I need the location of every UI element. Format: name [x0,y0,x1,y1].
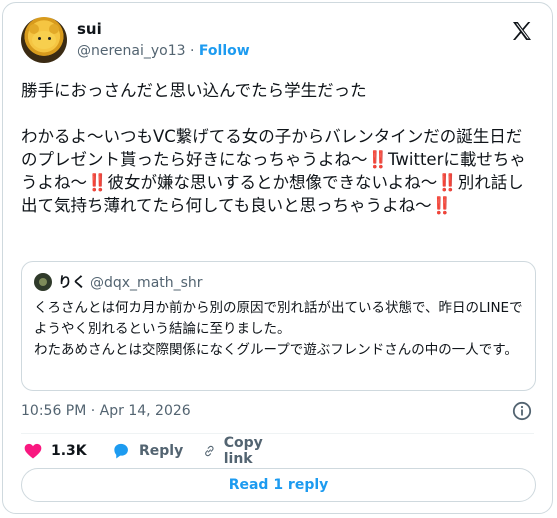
like-button[interactable]: 1.3K [23,440,87,462]
read-replies-label: Read 1 reply [228,477,329,493]
divider [21,433,534,434]
read-replies-button[interactable]: Read 1 reply [21,468,536,502]
double-exclamation-icon: ‼️ [437,173,458,192]
tweet-text: 勝手におっさんだと思い込んでたら学生だった わかるよ〜いつもVC繋げてる女の子か… [21,79,536,217]
quoted-tweet-text: くろさんとは何カ月か前から別の原因で別れ話が出ている状態で、昨日のLINEでよう… [34,300,523,358]
double-exclamation-icon: ‼️ [87,173,108,192]
quoted-author-handle: @dqx_math_shr [90,275,203,291]
like-count: 1.3K [51,443,87,459]
quoted-tweet[interactable]: りく @dqx_math_shr くろさんとは何カ月か前から別の原因で別れ話が出て… [21,261,536,391]
link-icon [205,445,214,457]
separator-dot: · [190,43,195,59]
quoted-author-name: りく [58,275,86,291]
x-logo-icon[interactable] [510,19,534,43]
author-handle[interactable]: @nerenai_yo13 [77,43,186,59]
tweet-header: sui @nerenai_yo13 · Follow [21,17,534,65]
heart-icon [24,443,42,459]
tweet-timestamp[interactable]: 10:56 PM · Apr 14, 2026 [21,401,191,421]
reply-bubble-icon [114,443,128,459]
quoted-tweet-header: りく @dqx_math_shr [34,273,203,292]
double-exclamation-icon: ‼️ [431,196,453,215]
author-avatar[interactable] [21,17,67,63]
author-names: sui @nerenai_yo13 · Follow [77,19,250,61]
tweet-card: sui @nerenai_yo13 · Follow 勝手におっさんだと思い込ん… [2,2,553,514]
quoted-author-avatar [34,273,52,291]
tweet-paragraph-3: 彼女が嫌な思いするとか想像できないよね〜 [107,173,438,192]
copy-link-label: Copy link [223,435,263,467]
author-display-name[interactable]: sui [77,19,250,39]
follow-button[interactable]: Follow [199,43,250,59]
author-handle-row: @nerenai_yo13 · Follow [77,41,250,61]
reply-label: Reply [139,443,184,459]
double-exclamation-icon: ‼️ [367,150,389,169]
copy-link-button[interactable]: Copy link [203,435,270,467]
info-icon[interactable] [512,401,532,421]
tweet-line-1: 勝手におっさんだと思い込んでたら学生だった [21,81,367,100]
reply-button[interactable]: Reply [111,440,183,462]
